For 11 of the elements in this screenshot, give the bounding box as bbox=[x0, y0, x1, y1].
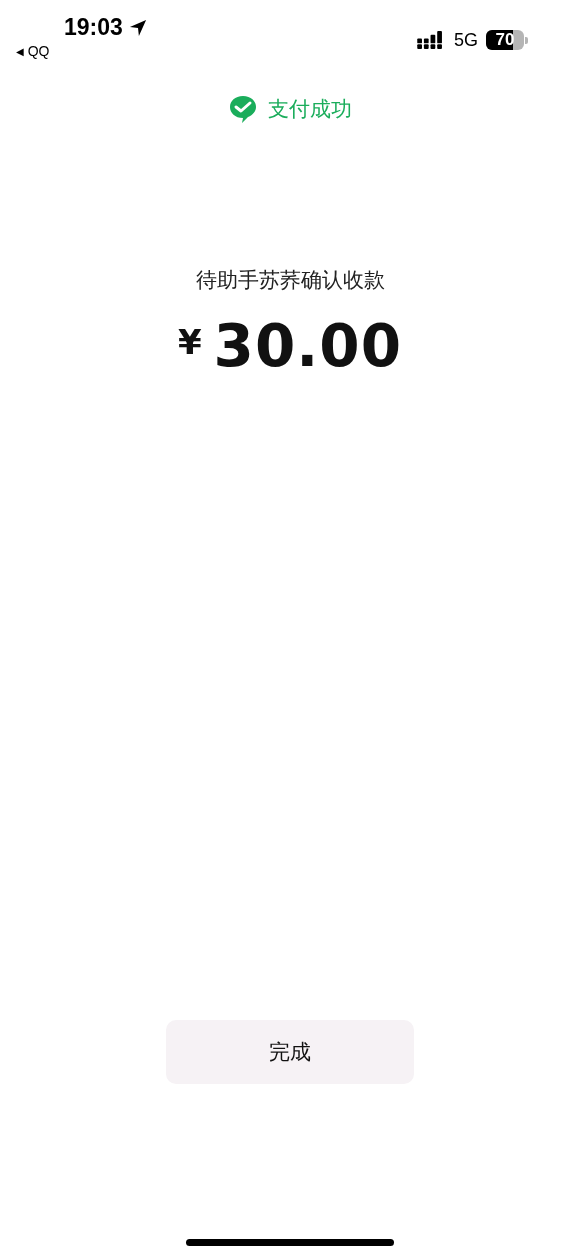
done-button[interactable]: 完成 bbox=[166, 1020, 414, 1084]
chat-check-icon bbox=[228, 94, 258, 124]
network-label: 5G bbox=[454, 29, 478, 51]
payment-note: 待助手苏荞确认收款 bbox=[195, 267, 385, 294]
back-link[interactable]: QQ bbox=[27, 43, 50, 59]
amount: 30.00 bbox=[213, 312, 403, 380]
page-title: 支付成功 bbox=[268, 96, 352, 123]
back-arrow[interactable]: ◀ bbox=[16, 45, 24, 57]
currency-symbol: ¥ bbox=[177, 322, 202, 362]
location-arrow-icon bbox=[128, 18, 147, 37]
time: 19:03 bbox=[64, 14, 123, 41]
